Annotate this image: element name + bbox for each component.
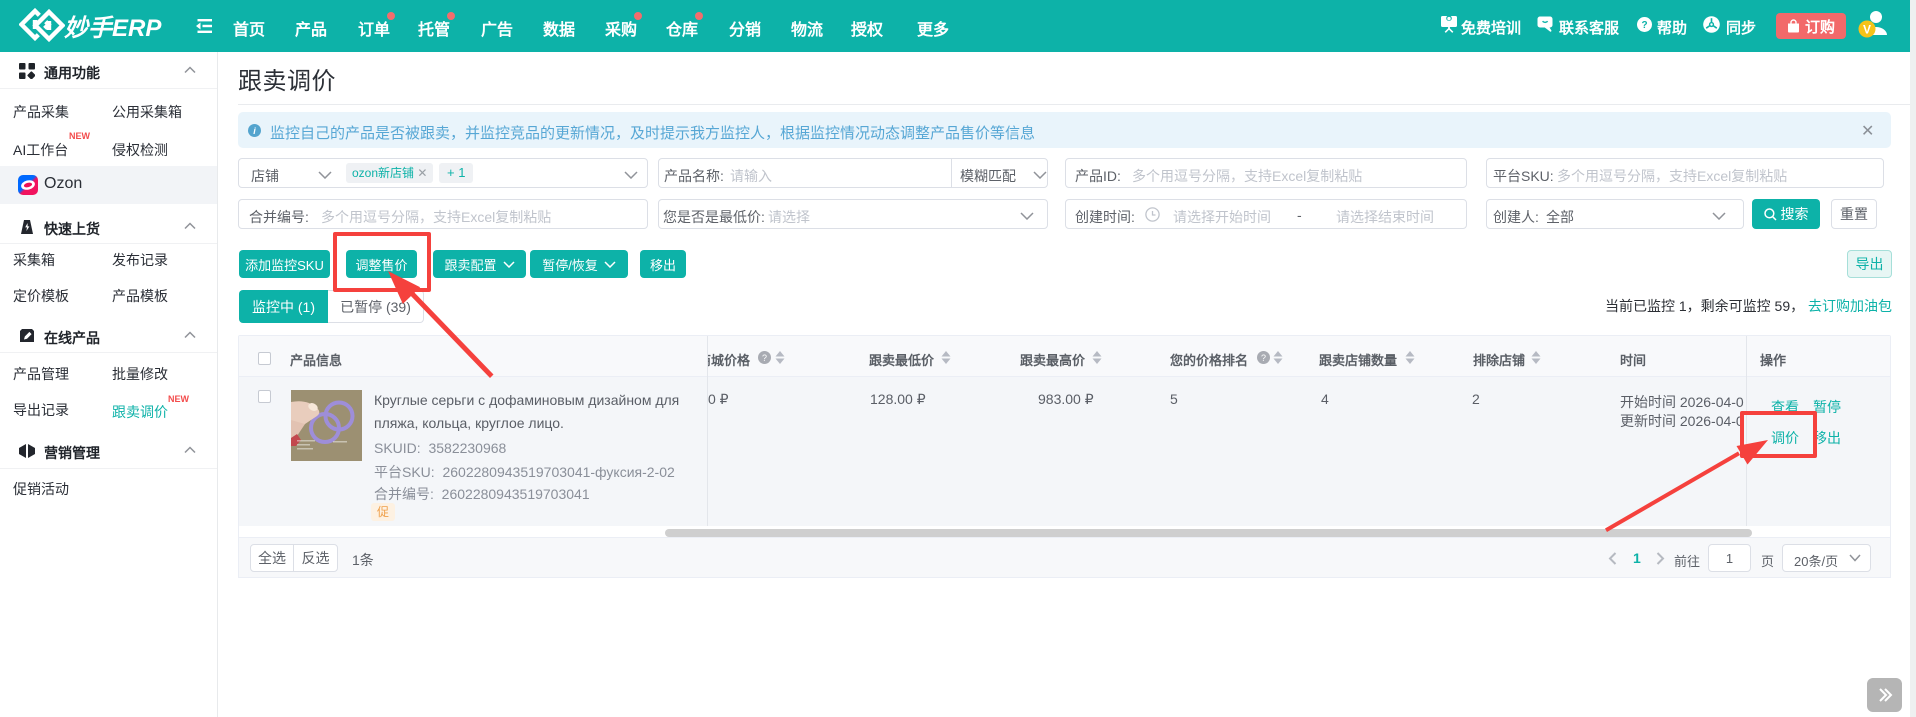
svg-text:?: ? <box>1261 353 1266 363</box>
svg-text:?: ? <box>1641 20 1647 31</box>
svg-text:?: ? <box>762 353 767 363</box>
svg-text:V: V <box>1863 23 1871 37</box>
